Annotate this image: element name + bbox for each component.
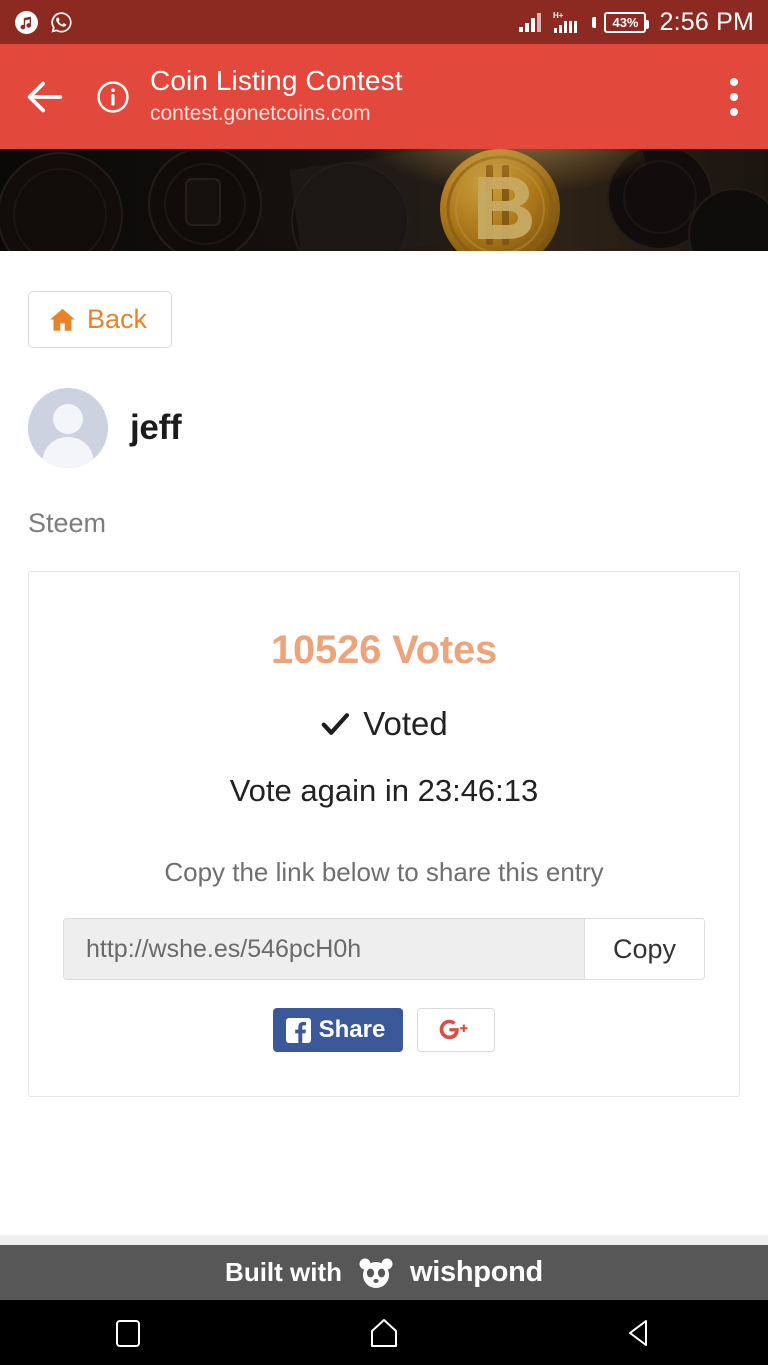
google-plus-icon	[439, 1019, 468, 1040]
status-bar-notifications	[14, 10, 74, 35]
recents-square-icon	[116, 1319, 140, 1347]
menu-dot	[730, 77, 738, 86]
clock: 2:56 PM	[659, 7, 754, 36]
avatar	[28, 388, 108, 468]
back-button[interactable]: Back	[28, 291, 173, 348]
app-bar-text: Coin Listing Contest contest.gonetcoins.…	[150, 65, 403, 127]
built-with-label: Built with	[225, 1257, 343, 1287]
footer-divider	[0, 1235, 768, 1245]
share-link-input[interactable]	[64, 919, 584, 979]
back-button-nav[interactable]	[512, 1317, 768, 1349]
facebook-icon	[285, 1017, 311, 1043]
home-button[interactable]	[256, 1317, 512, 1349]
facebook-share-label: Share	[318, 1016, 386, 1043]
home-pentagon-icon	[371, 1318, 397, 1347]
page-content: Back jeff Steem 10526 Votes Voted Vote a…	[0, 251, 768, 1235]
voted-label: Voted	[363, 705, 448, 742]
copy-button[interactable]: Copy	[583, 919, 704, 979]
vote-again-timer: Vote again in 23:46:13	[229, 773, 539, 808]
hero-banner-art	[0, 149, 768, 251]
menu-dot	[730, 107, 738, 116]
signal-bars-hplus-icon: H+	[553, 11, 578, 33]
battery-level: 43%	[612, 14, 639, 30]
overflow-menu-icon[interactable]	[722, 70, 746, 124]
info-icon[interactable]	[96, 80, 130, 114]
panda-icon	[359, 1258, 393, 1288]
home-icon	[50, 308, 75, 331]
coin-name: Steem	[28, 508, 107, 538]
share-hint: Copy the link below to share this entry	[164, 857, 604, 887]
checkmark-icon	[321, 713, 350, 735]
hero-banner	[0, 149, 768, 251]
voted-status: Voted	[63, 705, 705, 743]
back-arrow-icon[interactable]	[22, 74, 68, 120]
back-button-label: Back	[87, 304, 148, 334]
status-bar: H+ 43% 2:56 PM	[0, 0, 768, 44]
share-link-row: Copy	[63, 918, 705, 980]
signal-bars-icon-1	[519, 13, 542, 32]
page-title: Coin Listing Contest	[150, 65, 403, 97]
profile-row: jeff	[28, 388, 740, 468]
username: jeff	[130, 408, 182, 447]
menu-dot	[730, 92, 738, 101]
google-plus-share-button[interactable]	[417, 1008, 496, 1052]
recents-button[interactable]	[0, 1318, 256, 1348]
music-note-icon	[15, 10, 38, 34]
android-nav-bar	[0, 1300, 768, 1365]
footer: Built with wishpond	[0, 1245, 768, 1300]
battery-icon: 43%	[604, 11, 650, 33]
vote-count: 10526 Votes	[270, 628, 498, 672]
status-bar-indicators: H+ 43% 2:56 PM	[518, 8, 754, 37]
wishpond-brand: wishpond	[410, 1256, 543, 1288]
page-url: contest.gonetcoins.com	[150, 102, 371, 126]
default-avatar-icon	[28, 388, 108, 468]
svg-text:H+: H+	[553, 11, 564, 20]
social-share-row: Share	[63, 1008, 705, 1052]
battery-nub	[592, 16, 597, 28]
whatsapp-icon	[51, 11, 72, 32]
facebook-share-button[interactable]: Share	[272, 1008, 404, 1052]
back-triangle-icon	[629, 1319, 647, 1346]
vote-card: 10526 Votes Voted Vote again in 23:46:13…	[28, 571, 740, 1097]
phone-screen: H+ 43% 2:56 PM Coin Listing Contest cont…	[0, 0, 768, 1365]
browser-app-bar: Coin Listing Contest contest.gonetcoins.…	[0, 44, 768, 149]
